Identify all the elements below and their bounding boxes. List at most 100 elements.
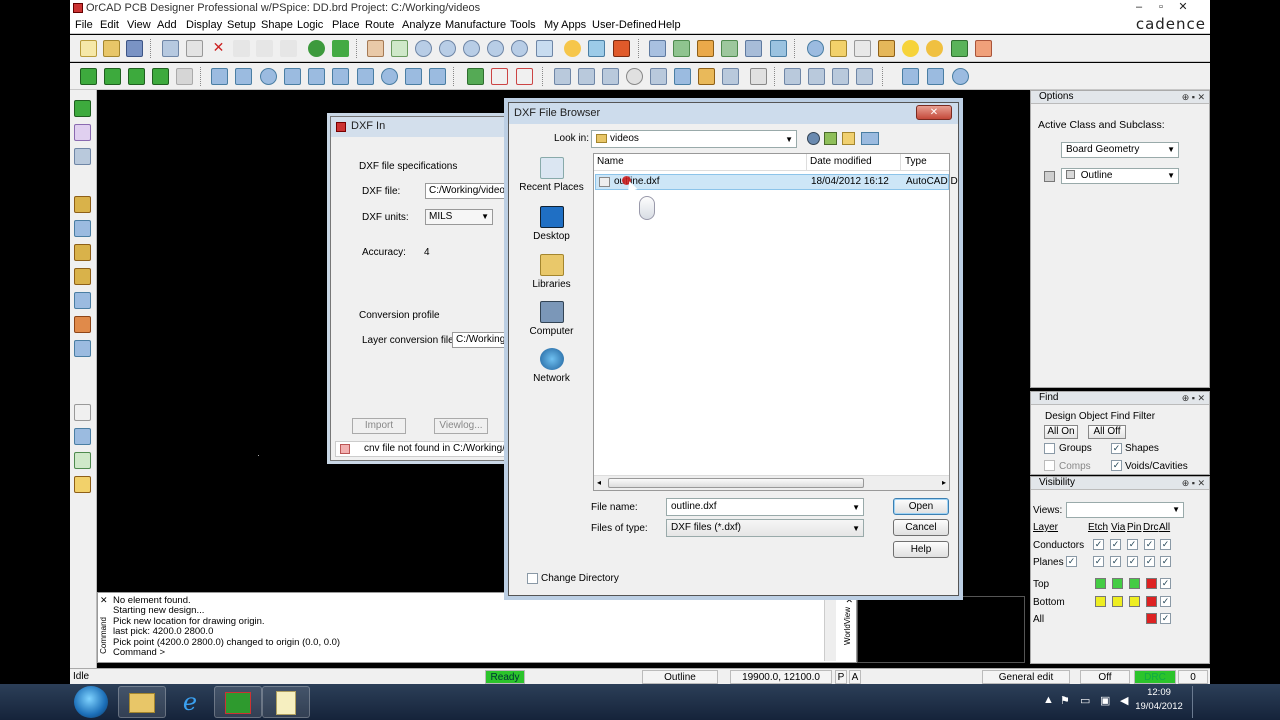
zoom-points-icon[interactable]: [415, 40, 432, 57]
menu-file[interactable]: File: [75, 19, 93, 31]
shape-select-icon[interactable]: [357, 68, 374, 85]
shape-circle-icon[interactable]: [332, 68, 349, 85]
conductors-via-checkbox[interactable]: ✓: [1110, 539, 1121, 550]
shape-merge-icon[interactable]: [429, 68, 446, 85]
unrats-icon[interactable]: [308, 40, 325, 57]
display-icon[interactable]: ▭: [1080, 694, 1090, 707]
status-p-button[interactable]: P: [835, 670, 847, 684]
measure-icon[interactable]: [830, 40, 847, 57]
add-text-icon[interactable]: [74, 452, 91, 469]
start-button[interactable]: [74, 686, 108, 718]
dimension-linear-icon[interactable]: [516, 68, 533, 85]
status-a-button[interactable]: A: [849, 670, 861, 684]
bottom-via-color[interactable]: [1112, 596, 1123, 607]
taskbar-orcad[interactable]: [214, 686, 262, 718]
subclass-color-swatch[interactable]: [1044, 171, 1055, 182]
redraw-icon[interactable]: [564, 40, 581, 57]
menu-help[interactable]: Help: [658, 19, 681, 31]
sun-icon[interactable]: [926, 40, 943, 57]
help-icon[interactable]: [952, 68, 969, 85]
shape-rect-icon[interactable]: [308, 68, 325, 85]
top-etch-color[interactable]: [1095, 578, 1106, 589]
all-on-button[interactable]: All On: [1044, 425, 1078, 439]
layer-all-icon[interactable]: [152, 68, 169, 85]
zoom-world-icon[interactable]: [536, 40, 553, 57]
light-icon[interactable]: [902, 40, 919, 57]
file-type-dropdown[interactable]: DXF files (*.dxf) ▼: [666, 519, 864, 537]
action-center-icon[interactable]: ⚑: [1060, 694, 1070, 707]
drill-icon[interactable]: [554, 68, 571, 85]
bottom-drc-color[interactable]: [1146, 596, 1157, 607]
command-tab[interactable]: Command: [99, 617, 109, 654]
conductors-etch-checkbox[interactable]: ✓: [1093, 539, 1104, 550]
command-scrollbar[interactable]: [824, 599, 836, 661]
file-name-input[interactable]: outline.dxf ▼: [666, 498, 864, 516]
scroll-right-icon[interactable]: ▸: [942, 478, 946, 487]
planes-via-checkbox[interactable]: ✓: [1110, 556, 1121, 567]
worldview-window[interactable]: [857, 596, 1025, 663]
all-layers-checkbox[interactable]: ✓: [1160, 613, 1171, 624]
shape-edit-icon[interactable]: [381, 68, 398, 85]
menu-logic[interactable]: Logic: [297, 19, 323, 31]
conductors-drc-checkbox[interactable]: ✓: [1144, 539, 1155, 550]
zoom-in-icon[interactable]: [463, 40, 480, 57]
menu-edit[interactable]: Edit: [100, 19, 119, 31]
info-icon[interactable]: [807, 40, 824, 57]
change-directory-checkbox[interactable]: [527, 573, 538, 584]
new-file-icon[interactable]: [80, 40, 97, 57]
dxf-units-dropdown[interactable]: MILS ▼: [425, 209, 493, 225]
menu-manufacture[interactable]: Manufacture: [445, 19, 506, 31]
conductors-pin-checkbox[interactable]: ✓: [1127, 539, 1138, 550]
minimize-button[interactable]: –: [1130, 1, 1148, 15]
file-list-hscrollbar[interactable]: ◂ ▸: [594, 475, 949, 490]
zoom-previous-icon[interactable]: [511, 40, 528, 57]
slide-icon[interactable]: [626, 68, 643, 85]
view-menu-icon[interactable]: [861, 132, 879, 145]
undo-icon[interactable]: [233, 40, 250, 57]
taskbar-clock[interactable]: 12:09 19/04/2012: [1134, 686, 1184, 714]
waveform-icon[interactable]: [750, 68, 767, 85]
command-close-icon[interactable]: ✕: [100, 595, 108, 606]
grid-toggle-icon[interactable]: [391, 40, 408, 57]
up-folder-icon[interactable]: [824, 132, 837, 145]
taskbar-explorer[interactable]: [118, 686, 166, 718]
planes-all-checkbox[interactable]: ✓: [1160, 556, 1171, 567]
scroll-left-icon[interactable]: ◂: [597, 478, 601, 487]
panel-pin-close-icon[interactable]: ⊕ ▪ ✕: [1182, 477, 1205, 489]
tools-icon[interactable]: [856, 68, 873, 85]
dehighlight-icon[interactable]: [721, 40, 738, 57]
custom-smooth-icon[interactable]: [74, 268, 91, 285]
manufacture-icon[interactable]: [927, 68, 944, 85]
place-computer[interactable]: Computer: [519, 301, 584, 337]
command-window[interactable]: ✕ Command No element found. Starting new…: [97, 592, 857, 663]
copy-icon[interactable]: [186, 40, 203, 57]
scroll-thumb[interactable]: [608, 478, 864, 488]
grid-icon[interactable]: [367, 40, 384, 57]
new-folder-icon[interactable]: [842, 132, 855, 145]
bottom-pin-color[interactable]: [1129, 596, 1140, 607]
menu-add[interactable]: Add: [157, 19, 177, 31]
planes-pin-checkbox[interactable]: ✓: [1127, 556, 1138, 567]
layer-bottom-icon[interactable]: [128, 68, 145, 85]
column-type[interactable]: Type: [905, 156, 927, 167]
back-icon[interactable]: [807, 132, 820, 145]
planes-etch-checkbox[interactable]: ✓: [1093, 556, 1104, 567]
export-icon[interactable]: [975, 40, 992, 57]
component-icon[interactable]: [74, 124, 91, 141]
board-icon[interactable]: [74, 100, 91, 117]
menu-view[interactable]: View: [127, 19, 151, 31]
move-icon[interactable]: [162, 40, 179, 57]
layer-off-icon[interactable]: [176, 68, 193, 85]
connect-icon[interactable]: [74, 148, 91, 165]
views-dropdown[interactable]: ▼: [1066, 502, 1184, 518]
testprep-icon[interactable]: [650, 68, 667, 85]
dimension-icon[interactable]: [491, 68, 508, 85]
show-desktop-button[interactable]: [1192, 686, 1202, 718]
menu-my-apps[interactable]: My Apps: [544, 19, 586, 31]
maximize-button[interactable]: ▫: [1152, 1, 1170, 15]
top-via-color[interactable]: [1112, 578, 1123, 589]
bottom-etch-color[interactable]: [1095, 596, 1106, 607]
rotate-icon[interactable]: [280, 40, 297, 57]
3d-view-icon[interactable]: [588, 40, 605, 57]
class-dropdown[interactable]: Board Geometry ▼: [1061, 142, 1179, 158]
